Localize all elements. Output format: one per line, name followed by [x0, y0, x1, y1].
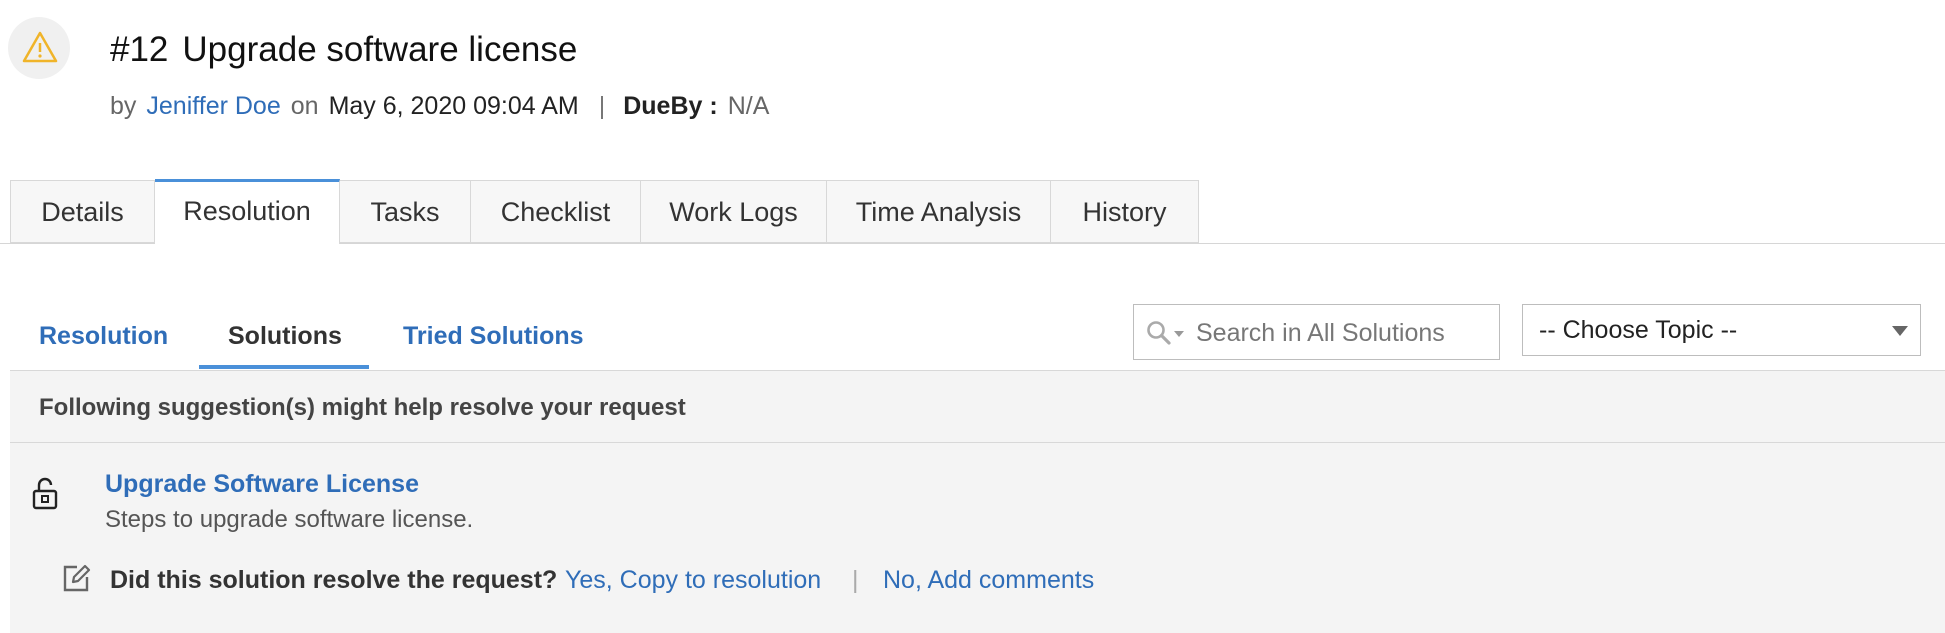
solution-description: Steps to upgrade software license.: [105, 506, 474, 533]
choose-topic-select[interactable]: -- Choose Topic --: [1522, 304, 1921, 356]
request-meta: by Jeniffer Doe on May 6, 2020 09:04 AM | Due…: [110, 92, 779, 121]
author-link[interactable]: Jeniffer Doe: [146, 92, 280, 120]
on-label: on: [290, 92, 319, 120]
page-title: #12 Upgrade software license: [110, 30, 577, 70]
created-date: May 6, 2020 09:04 AM: [328, 92, 579, 120]
solution-title-link[interactable]: Upgrade Software License: [105, 470, 419, 499]
subtab-resolution[interactable]: Resolution: [39, 322, 168, 351]
tab-tasks[interactable]: Tasks: [340, 180, 471, 243]
tab-checklist[interactable]: Checklist: [471, 180, 641, 243]
panel-divider: [10, 442, 1945, 443]
tab-history[interactable]: History: [1051, 180, 1199, 243]
active-subtab-indicator: [199, 365, 369, 369]
no-add-comments-link[interactable]: No, Add comments: [883, 566, 1094, 595]
request-number: #12: [110, 30, 169, 69]
choose-topic-value: -- Choose Topic --: [1539, 316, 1738, 344]
chevron-down-icon[interactable]: [1892, 326, 1908, 336]
suggestions-heading: Following suggestion(s) might help resol…: [39, 394, 686, 421]
search-icon[interactable]: [1146, 320, 1172, 346]
subtab-solutions[interactable]: Solutions: [228, 322, 342, 351]
tab-details[interactable]: Details: [10, 180, 155, 243]
search-input[interactable]: [1194, 313, 1493, 353]
by-label: by: [110, 92, 137, 120]
feedback-question: Did this solution resolve the request?: [110, 566, 558, 594]
search-scope-chevron-icon[interactable]: [1174, 331, 1184, 337]
panel-top-border: [10, 370, 1945, 371]
request-status-badge: [8, 17, 70, 79]
unlock-icon: [31, 476, 59, 515]
dueby-value: N/A: [727, 92, 770, 120]
solutions-search-box[interactable]: [1133, 304, 1500, 360]
tab-work-logs[interactable]: Work Logs: [641, 180, 827, 243]
feedback-separator: |: [852, 566, 859, 594]
yes-copy-to-resolution-link[interactable]: Yes, Copy to resolution: [565, 566, 821, 595]
tab-time-analysis[interactable]: Time Analysis: [827, 180, 1051, 243]
request-title: Upgrade software license: [182, 30, 578, 69]
tab-resolution[interactable]: Resolution: [155, 179, 340, 244]
warning-icon: [22, 31, 58, 63]
subtab-tried-solutions[interactable]: Tried Solutions: [403, 322, 584, 351]
edit-icon: [61, 563, 91, 598]
dueby-label: DueBy :: [623, 92, 718, 120]
meta-separator: |: [598, 92, 606, 120]
